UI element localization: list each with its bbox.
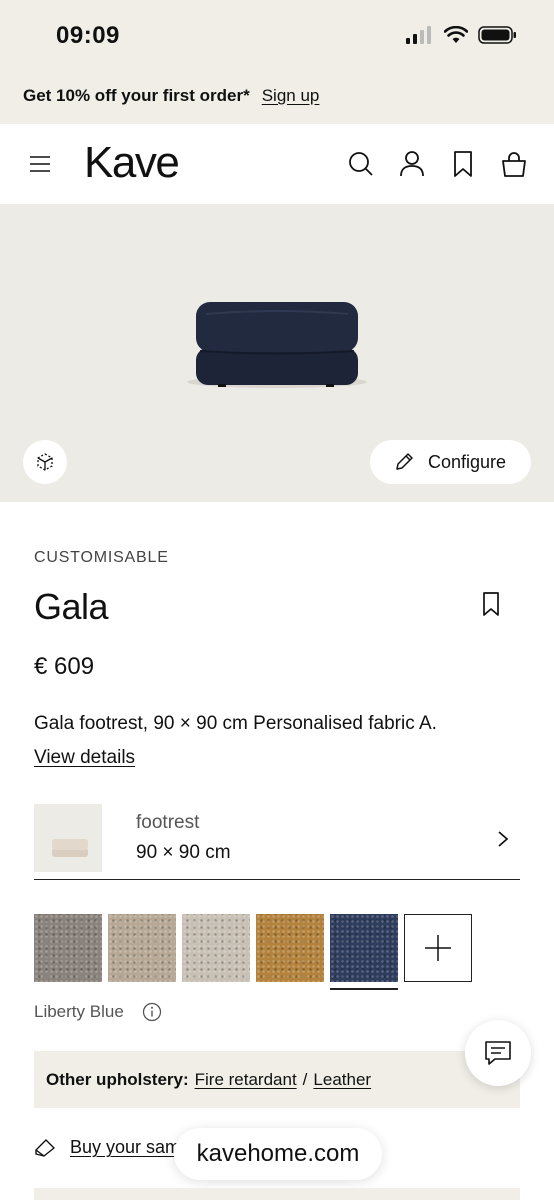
more-fabrics-button[interactable] (404, 914, 472, 982)
bookmark-icon (483, 592, 499, 616)
promo-banner: Get 10% off your first order* Sign up (0, 68, 554, 124)
view-details-link[interactable]: View details (34, 747, 135, 769)
variant-thumbnail (34, 804, 102, 872)
cart-button[interactable] (500, 150, 528, 178)
fire-retardant-link[interactable]: Fire retardant (195, 1070, 297, 1090)
samples-row: Buy your sam (34, 1137, 180, 1158)
variant-size: 90 × 90 cm (136, 842, 231, 863)
chevron-right-icon (498, 831, 509, 847)
wishlist-button[interactable] (449, 150, 477, 178)
fabric-sample-icon (35, 1138, 55, 1157)
3d-rotate-icon (37, 453, 53, 471)
status-bar: 09:09 (0, 0, 554, 68)
product-hero: Configure (0, 204, 554, 502)
info-icon (142, 1002, 162, 1022)
buy-samples-link[interactable]: Buy your sam (70, 1137, 180, 1158)
save-product-button[interactable] (480, 591, 502, 617)
next-section-strip (34, 1188, 520, 1200)
fabric-swatches (34, 914, 472, 990)
user-icon (400, 151, 424, 177)
plus-icon (425, 935, 451, 961)
fabric-swatch[interactable] (330, 914, 398, 990)
cellular-signal-icon (406, 26, 431, 44)
hamburger-icon (30, 156, 50, 172)
fabric-swatch[interactable] (182, 914, 250, 982)
chat-button[interactable] (465, 1020, 531, 1086)
site-header: Kave (0, 124, 554, 204)
promo-text: Get 10% off your first order* (23, 86, 250, 105)
selected-fabric-name: Liberty Blue (34, 1002, 124, 1021)
search-button[interactable] (347, 150, 375, 178)
pencil-icon (396, 453, 413, 470)
brand-logo[interactable]: Kave (84, 138, 180, 188)
status-time: 09:09 (56, 22, 120, 49)
shopping-bag-icon (502, 152, 526, 177)
variant-name: footrest (136, 812, 200, 833)
browser-url: kavehome.com (196, 1140, 360, 1167)
fabric-swatch[interactable] (256, 914, 324, 982)
upholstery-separator: / (302, 1069, 308, 1089)
account-button[interactable] (398, 150, 426, 178)
bookmark-icon (454, 151, 472, 177)
product-title: Gala (34, 586, 109, 627)
status-icons (406, 25, 518, 45)
browser-url-bar[interactable]: kavehome.com (174, 1128, 382, 1180)
fabric-info-button[interactable] (142, 1002, 162, 1022)
product-description: Gala footrest, 90 × 90 cm Personalised f… (34, 713, 437, 734)
variant-selector[interactable]: footrest 90 × 90 cm (34, 804, 520, 880)
footrest-thumbnail-image (52, 839, 88, 857)
fabric-swatch[interactable] (108, 914, 176, 982)
product-eyebrow: CUSTOMISABLE (34, 549, 169, 566)
configure-button[interactable]: Configure (370, 440, 531, 484)
fabric-swatch[interactable] (34, 914, 102, 982)
leather-link[interactable]: Leather (313, 1070, 371, 1090)
signup-link[interactable]: Sign up (262, 86, 320, 106)
configure-label: Configure (428, 451, 507, 472)
chat-bubble-icon (485, 1041, 511, 1065)
upholstery-label: Other upholstery: (46, 1069, 189, 1089)
wifi-icon (444, 26, 468, 43)
battery-icon (478, 26, 516, 44)
product-price: € 609 (34, 653, 95, 680)
hamburger-menu-button[interactable] (28, 152, 52, 176)
ar-view-button[interactable] (23, 440, 67, 484)
search-icon (349, 152, 373, 176)
other-upholstery-bar: Other upholstery: Fire retardant / Leath… (34, 1051, 520, 1108)
